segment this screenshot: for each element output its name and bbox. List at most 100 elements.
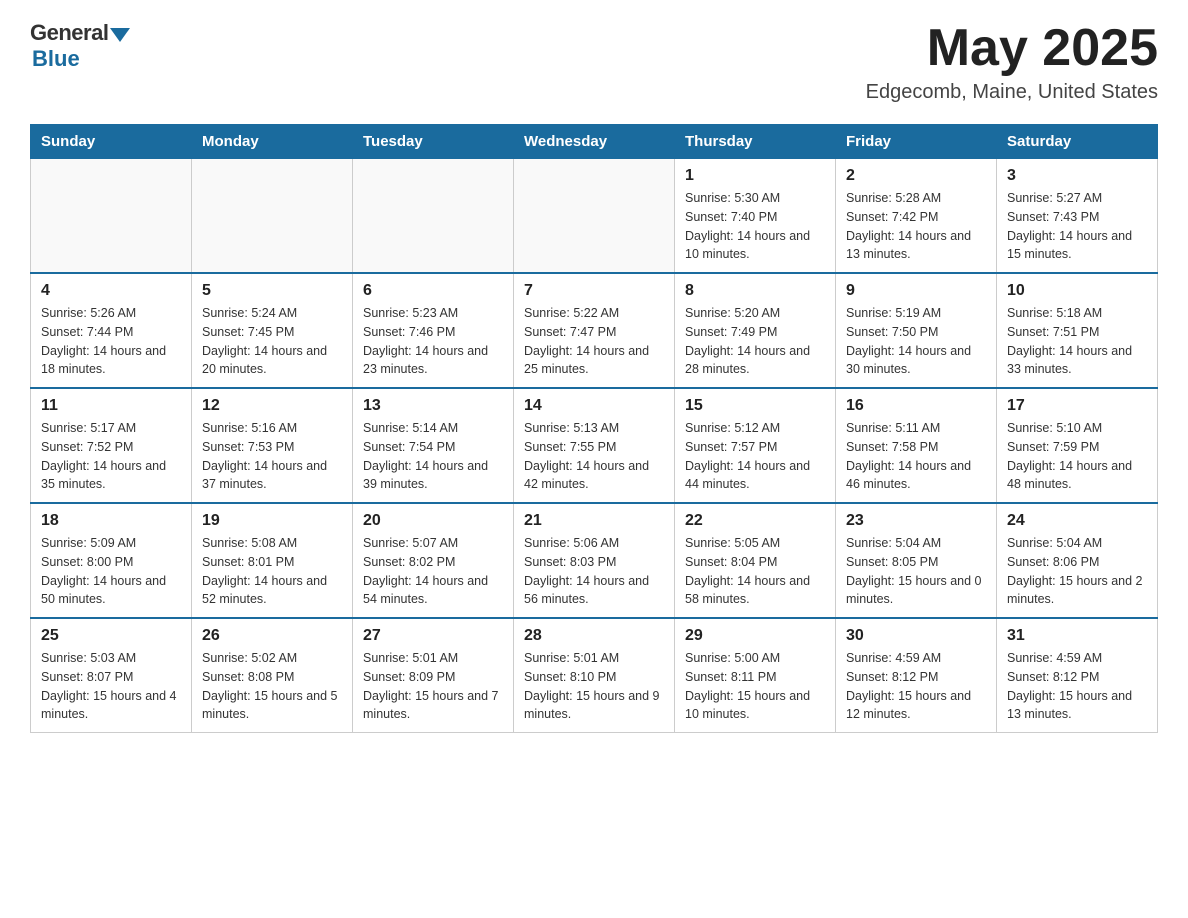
day-info: Sunrise: 5:27 AMSunset: 7:43 PMDaylight:… [1007,189,1147,264]
day-number: 25 [41,627,181,645]
day-number: 8 [685,282,825,300]
day-number: 29 [685,627,825,645]
weekday-header-saturday: Saturday [997,125,1158,159]
calendar-cell: 21 Sunrise: 5:06 AMSunset: 8:03 PMDayligh… [514,503,675,618]
logo-blue-text: Blue [32,46,80,72]
day-info: Sunrise: 5:04 AMSunset: 8:06 PMDaylight:… [1007,534,1147,609]
day-info: Sunrise: 5:10 AMSunset: 7:59 PMDaylight:… [1007,419,1147,494]
day-info: Sunrise: 5:22 AMSunset: 7:47 PMDaylight:… [524,304,664,379]
calendar-table: SundayMondayTuesdayWednesdayThursdayFrid… [30,124,1158,733]
day-number: 26 [202,627,342,645]
calendar-cell: 22 Sunrise: 5:05 AMSunset: 8:04 PMDayligh… [675,503,836,618]
day-info: Sunrise: 5:14 AMSunset: 7:54 PMDaylight:… [363,419,503,494]
day-number: 28 [524,627,664,645]
title-section: May 2025 Edgecomb, Maine, United States [866,20,1158,104]
calendar-cell: 18Sunrise: 5:09 AMSunset: 8:00 PMDayligh… [31,503,192,618]
calendar-week-3: 11 Sunrise: 5:17 AMSunset: 7:52 PMDayligh… [31,388,1158,503]
day-info: Sunrise: 5:20 AMSunset: 7:49 PMDaylight:… [685,304,825,379]
calendar-week-1: 1 Sunrise: 5:30 AMSunset: 7:40 PMDaylight… [31,159,1158,274]
day-info: Sunrise: 5:26 AMSunset: 7:44 PMDaylight:… [41,304,181,379]
calendar-cell: 2Sunrise: 5:28 AMSunset: 7:42 PMDaylight… [836,159,997,274]
calendar-cell: 23Sunrise: 5:04 AMSunset: 8:05 PMDayligh… [836,503,997,618]
day-number: 12 [202,397,342,415]
day-number: 19 [202,512,342,530]
logo: General Blue [30,20,130,72]
calendar-cell [514,159,675,274]
weekday-header-wednesday: Wednesday [514,125,675,159]
calendar-cell: 6Sunrise: 5:23 AMSunset: 7:46 PMDaylight… [353,273,514,388]
calendar-cell: 3Sunrise: 5:27 AMSunset: 7:43 PMDaylight… [997,159,1158,274]
day-info: Sunrise: 5:16 AMSunset: 7:53 PMDaylight:… [202,419,342,494]
day-info: Sunrise: 5:19 AMSunset: 7:50 PMDaylight:… [846,304,986,379]
day-info: Sunrise: 5:30 AMSunset: 7:40 PMDaylight:… [685,189,825,264]
calendar-cell: 24Sunrise: 5:04 AMSunset: 8:06 PMDayligh… [997,503,1158,618]
day-info: Sunrise: 5:05 AMSunset: 8:04 PMDaylight:… [685,534,825,609]
calendar-cell: 4 Sunrise: 5:26 AMSunset: 7:44 PMDaylight… [31,273,192,388]
day-number: 7 [524,282,664,300]
calendar-cell [353,159,514,274]
day-info: Sunrise: 5:02 AMSunset: 8:08 PMDaylight:… [202,649,342,724]
calendar-cell: 29 Sunrise: 5:00 AMSunset: 8:11 PMDayligh… [675,618,836,733]
calendar-cell: 14 Sunrise: 5:13 AMSunset: 7:55 PMDayligh… [514,388,675,503]
weekday-header-friday: Friday [836,125,997,159]
day-number: 14 [524,397,664,415]
day-number: 20 [363,512,503,530]
calendar-cell: 8 Sunrise: 5:20 AMSunset: 7:49 PMDaylight… [675,273,836,388]
day-info: Sunrise: 5:24 AMSunset: 7:45 PMDaylight:… [202,304,342,379]
day-info: Sunrise: 5:01 AMSunset: 8:09 PMDaylight:… [363,649,503,724]
day-info: Sunrise: 5:06 AMSunset: 8:03 PMDaylight:… [524,534,664,609]
calendar-title: May 2025 [866,20,1158,77]
calendar-cell: 28 Sunrise: 5:01 AMSunset: 8:10 PMDayligh… [514,618,675,733]
weekday-header-thursday: Thursday [675,125,836,159]
day-info: Sunrise: 5:08 AMSunset: 8:01 PMDaylight:… [202,534,342,609]
day-info: Sunrise: 4:59 AMSunset: 8:12 PMDaylight:… [1007,649,1147,724]
calendar-cell: 9Sunrise: 5:19 AMSunset: 7:50 PMDaylight… [836,273,997,388]
day-info: Sunrise: 5:00 AMSunset: 8:11 PMDaylight:… [685,649,825,724]
weekday-header-monday: Monday [192,125,353,159]
calendar-cell: 13Sunrise: 5:14 AMSunset: 7:54 PMDayligh… [353,388,514,503]
day-info: Sunrise: 5:03 AMSunset: 8:07 PMDaylight:… [41,649,181,724]
weekday-header-sunday: Sunday [31,125,192,159]
day-number: 21 [524,512,664,530]
calendar-cell: 7 Sunrise: 5:22 AMSunset: 7:47 PMDaylight… [514,273,675,388]
day-info: Sunrise: 5:01 AMSunset: 8:10 PMDaylight:… [524,649,664,724]
calendar-cell: 26 Sunrise: 5:02 AMSunset: 8:08 PMDayligh… [192,618,353,733]
day-number: 11 [41,397,181,415]
day-number: 6 [363,282,503,300]
calendar-week-4: 18Sunrise: 5:09 AMSunset: 8:00 PMDayligh… [31,503,1158,618]
day-info: Sunrise: 5:09 AMSunset: 8:00 PMDaylight:… [41,534,181,609]
calendar-week-2: 4 Sunrise: 5:26 AMSunset: 7:44 PMDaylight… [31,273,1158,388]
day-number: 27 [363,627,503,645]
day-number: 16 [846,397,986,415]
weekday-header-tuesday: Tuesday [353,125,514,159]
day-number: 4 [41,282,181,300]
calendar-cell: 11 Sunrise: 5:17 AMSunset: 7:52 PMDayligh… [31,388,192,503]
logo-arrow-icon [110,28,130,42]
calendar-cell: 25 Sunrise: 5:03 AMSunset: 8:07 PMDayligh… [31,618,192,733]
day-info: Sunrise: 5:13 AMSunset: 7:55 PMDaylight:… [524,419,664,494]
day-number: 1 [685,167,825,185]
day-number: 17 [1007,397,1147,415]
day-number: 23 [846,512,986,530]
calendar-cell: 20 Sunrise: 5:07 AMSunset: 8:02 PMDayligh… [353,503,514,618]
day-info: Sunrise: 5:07 AMSunset: 8:02 PMDaylight:… [363,534,503,609]
day-info: Sunrise: 5:17 AMSunset: 7:52 PMDaylight:… [41,419,181,494]
day-info: Sunrise: 4:59 AMSunset: 8:12 PMDaylight:… [846,649,986,724]
calendar-cell [192,159,353,274]
calendar-cell: 5Sunrise: 5:24 AMSunset: 7:45 PMDaylight… [192,273,353,388]
weekday-header-row: SundayMondayTuesdayWednesdayThursdayFrid… [31,125,1158,159]
calendar-cell [31,159,192,274]
day-info: Sunrise: 5:12 AMSunset: 7:57 PMDaylight:… [685,419,825,494]
day-number: 22 [685,512,825,530]
day-number: 30 [846,627,986,645]
calendar-cell: 17 Sunrise: 5:10 AMSunset: 7:59 PMDayligh… [997,388,1158,503]
day-number: 15 [685,397,825,415]
calendar-cell: 30 Sunrise: 4:59 AMSunset: 8:12 PMDayligh… [836,618,997,733]
calendar-cell: 12 Sunrise: 5:16 AMSunset: 7:53 PMDayligh… [192,388,353,503]
calendar-cell: 19 Sunrise: 5:08 AMSunset: 8:01 PMDayligh… [192,503,353,618]
calendar-cell: 27 Sunrise: 5:01 AMSunset: 8:09 PMDayligh… [353,618,514,733]
day-info: Sunrise: 5:28 AMSunset: 7:42 PMDaylight:… [846,189,986,264]
location-subtitle: Edgecomb, Maine, United States [866,81,1158,104]
calendar-cell: 15 Sunrise: 5:12 AMSunset: 7:57 PMDayligh… [675,388,836,503]
page-header: General Blue May 2025 Edgecomb, Maine, U… [30,20,1158,104]
